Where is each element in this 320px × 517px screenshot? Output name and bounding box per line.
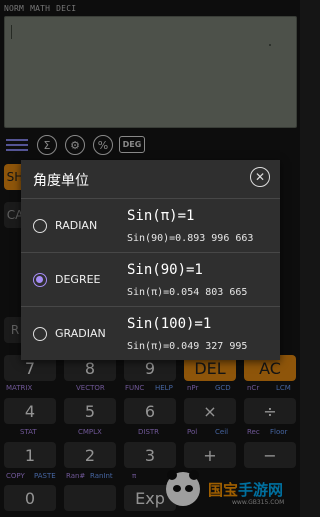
option-label-degree: DEGREE xyxy=(55,273,101,286)
dialog-title: 角度单位 xyxy=(33,173,89,189)
example-main-radian: Sin(π)=1 xyxy=(127,208,195,224)
close-icon[interactable]: ✕ xyxy=(250,167,270,187)
radio-gradian[interactable] xyxy=(33,327,47,341)
option-label-gradian: GRADIAN xyxy=(55,327,106,340)
example-sub-radian: Sin(90)=0.893 996 663 xyxy=(127,233,254,244)
radio-radian[interactable] xyxy=(33,219,47,233)
example-sub-gradian: Sin(π)=0.049 327 995 xyxy=(127,341,248,352)
example-main-degree: Sin(90)=1 xyxy=(127,262,203,278)
option-radian[interactable]: RADIAN Sin(π)=1 Sin(90)=0.893 996 663 xyxy=(21,198,280,253)
radio-degree-selected[interactable] xyxy=(33,273,47,287)
option-gradian[interactable]: GRADIAN Sin(100)=1 Sin(π)=0.049 327 995 xyxy=(21,306,280,361)
angle-unit-dialog: 角度单位 ✕ RADIAN Sin(π)=1 Sin(90)=0.893 996… xyxy=(21,160,280,360)
example-main-gradian: Sin(100)=1 xyxy=(127,316,212,332)
option-label-radian: RADIAN xyxy=(55,219,98,232)
example-sub-degree: Sin(π)=0.054 803 665 xyxy=(127,287,248,298)
option-degree[interactable]: DEGREE Sin(90)=1 Sin(π)=0.054 803 665 xyxy=(21,252,280,307)
